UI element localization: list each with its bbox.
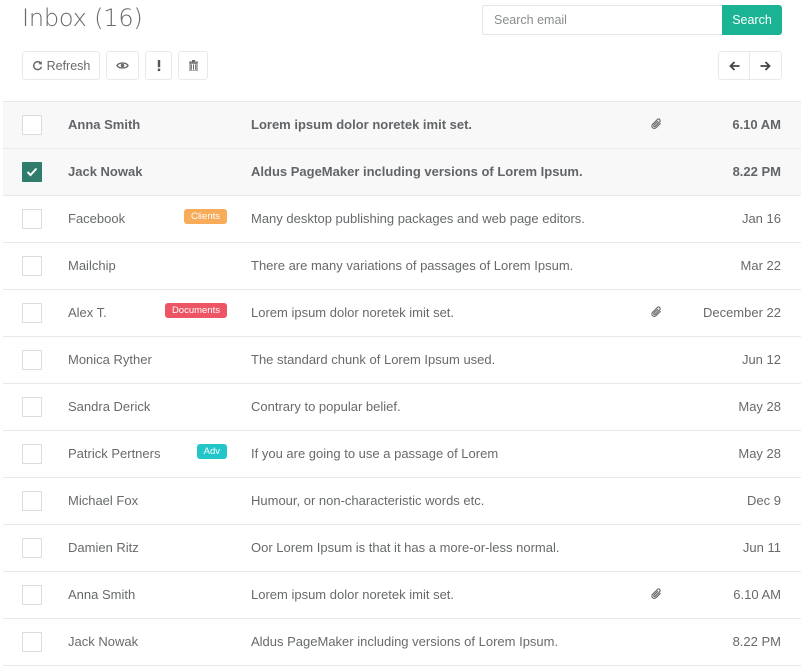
email-sender: Mailchip xyxy=(68,258,116,273)
email-row[interactable]: Facebook Clients Many desktop publishing p… xyxy=(3,196,801,243)
email-subject: Lorem ipsum dolor noretek imit set. xyxy=(251,117,473,132)
email-sender: Anna Smith xyxy=(68,587,136,602)
email-date: 8.22 PM xyxy=(732,164,781,179)
email-date: Mar 22 xyxy=(740,258,781,273)
refresh-label: Refresh xyxy=(46,58,91,73)
mail-toolbar: Refresh xyxy=(22,51,208,80)
email-row[interactable]: Anna Smith Lorem ipsum dolor noretek imit… xyxy=(3,572,801,619)
email-row[interactable]: Alex T. Documents Lorem ipsum dolor norete… xyxy=(3,290,801,337)
email-checkbox[interactable] xyxy=(22,209,42,229)
email-subject: Many desktop publishing packages and web… xyxy=(251,211,585,226)
eye-icon xyxy=(116,61,129,70)
email-subject: Oor Lorem Ipsum is that it has a more-or… xyxy=(251,540,560,555)
next-page-button[interactable] xyxy=(750,51,782,80)
email-row[interactable]: Monica Ryther The standard chunk of Lorem… xyxy=(3,337,801,384)
email-list: Anna Smith Lorem ipsum dolor noretek imit… xyxy=(3,101,801,666)
email-date: 6.10 AM xyxy=(732,117,781,132)
email-sender: Michael Fox xyxy=(68,493,139,508)
paperclip-icon xyxy=(651,588,662,603)
email-row[interactable]: Jack Nowak Aldus PageMaker including vers… xyxy=(3,619,801,666)
email-row[interactable]: Jack Nowak Aldus PageMaker including vers… xyxy=(3,149,801,196)
email-sender: Monica Ryther xyxy=(68,352,152,367)
email-subject: If you are going to use a passage of Lor… xyxy=(251,446,499,461)
arrow-right-icon xyxy=(760,60,771,71)
email-row[interactable]: Patrick Pertners Adv If you are going to u… xyxy=(3,431,801,478)
email-checkbox[interactable] xyxy=(22,632,42,652)
label-badge: Documents xyxy=(164,303,227,318)
email-subject: Lorem ipsum dolor noretek imit set. xyxy=(251,587,455,602)
email-date: Jan 16 xyxy=(741,211,781,226)
label-badge: Adv xyxy=(196,444,227,459)
email-row[interactable]: Mailchip There are many variations of pas… xyxy=(3,243,801,290)
refresh-button[interactable]: Refresh xyxy=(22,51,100,80)
exclamation-icon xyxy=(157,60,161,71)
email-checkbox[interactable] xyxy=(22,585,42,605)
email-row[interactable]: Michael Fox Humour, or non-characteristic… xyxy=(3,478,801,525)
email-date: Dec 9 xyxy=(747,493,781,508)
email-row[interactable]: Damien Ritz Oor Lorem Ipsum is that it ha… xyxy=(3,525,801,572)
email-sender: Patrick Pertners xyxy=(68,446,161,461)
search-button[interactable]: Search xyxy=(722,5,782,35)
email-date: May 28 xyxy=(738,399,781,414)
email-subject: Aldus PageMaker including versions of Lo… xyxy=(251,634,559,649)
email-date: Jun 12 xyxy=(741,352,781,367)
checkmark-icon xyxy=(26,165,38,180)
mark-read-button[interactable] xyxy=(106,51,139,80)
email-sender: Damien Ritz xyxy=(68,540,139,555)
email-row[interactable]: Sandra Derick Contrary to popular belief.… xyxy=(3,384,801,431)
email-date: 8.22 PM xyxy=(732,634,781,649)
email-subject: Humour, or non-characteristic words etc. xyxy=(251,493,485,508)
refresh-icon xyxy=(32,60,43,71)
email-row[interactable]: Anna Smith Lorem ipsum dolor noretek imit… xyxy=(3,102,801,149)
email-subject: Lorem ipsum dolor noretek imit set. xyxy=(251,305,455,320)
search-input[interactable] xyxy=(482,5,722,35)
email-date: 6.10 AM xyxy=(733,587,781,602)
email-checkbox[interactable] xyxy=(22,444,42,464)
paperclip-icon xyxy=(651,118,662,133)
email-sender: Facebook xyxy=(68,211,126,226)
email-checkbox[interactable] xyxy=(22,538,42,558)
arrow-left-icon xyxy=(728,60,740,71)
email-checkbox[interactable] xyxy=(22,162,42,182)
previous-page-button[interactable] xyxy=(718,51,750,80)
email-subject: There are many variations of passages of… xyxy=(251,258,574,273)
pagination xyxy=(718,51,782,80)
label-badge: Clients xyxy=(183,209,227,224)
email-subject: The standard chunk of Lorem Ipsum used. xyxy=(251,352,496,367)
email-date: May 28 xyxy=(738,446,781,461)
mark-important-button[interactable] xyxy=(145,51,172,80)
email-checkbox[interactable] xyxy=(22,115,42,135)
email-date: Jun 11 xyxy=(742,540,781,555)
email-sender: Alex T. xyxy=(68,305,107,320)
trash-icon xyxy=(188,60,198,71)
page-title: Inbox (16) xyxy=(22,4,143,32)
email-checkbox[interactable] xyxy=(22,491,42,511)
email-sender: Jack Nowak xyxy=(68,164,143,179)
email-date: December 22 xyxy=(702,305,781,320)
email-subject: Contrary to popular belief. xyxy=(251,399,401,414)
email-checkbox[interactable] xyxy=(22,303,42,323)
delete-button[interactable] xyxy=(178,51,208,80)
email-checkbox[interactable] xyxy=(22,256,42,276)
email-subject: Aldus PageMaker including versions of Lo… xyxy=(251,164,583,179)
email-checkbox[interactable] xyxy=(22,350,42,370)
email-sender: Anna Smith xyxy=(68,117,141,132)
email-sender: Jack Nowak xyxy=(68,634,139,649)
email-checkbox[interactable] xyxy=(22,397,42,417)
email-sender: Sandra Derick xyxy=(68,399,151,414)
paperclip-icon xyxy=(651,306,662,321)
search-bar: Search xyxy=(482,5,782,35)
